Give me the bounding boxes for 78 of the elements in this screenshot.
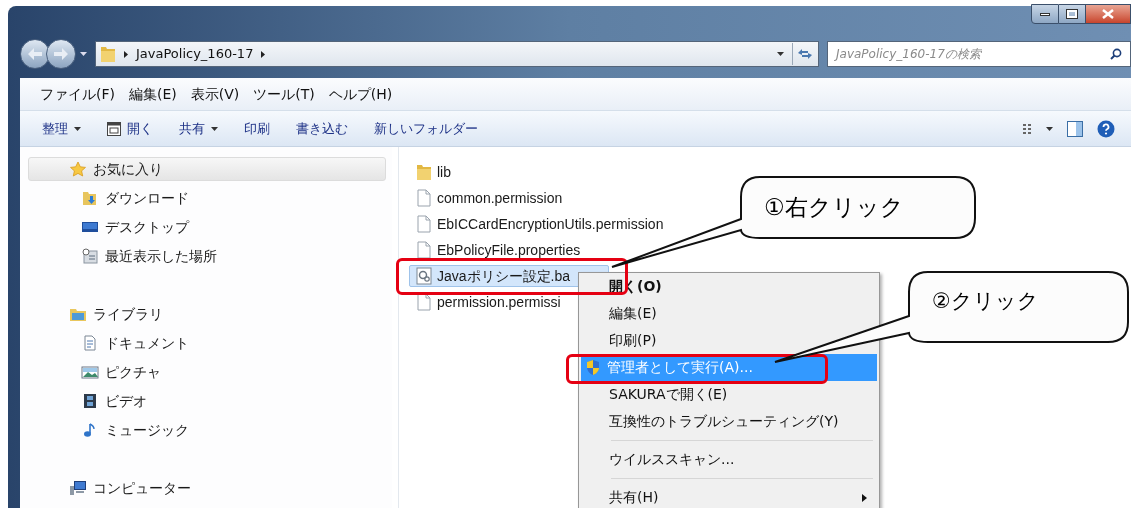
breadcrumb-arrow-icon (124, 50, 128, 58)
search-field[interactable]: JavaPolicy_160-17の検索 (827, 41, 1131, 67)
nav-item[interactable]: 最近表示した場所 (28, 244, 386, 268)
callout-text: ①右クリック (764, 193, 904, 222)
breadcrumb-arrow-icon (261, 50, 266, 58)
menu-item[interactable]: ツール(T) (247, 83, 321, 105)
nav-item[interactable]: ビデオ (28, 389, 386, 413)
refresh-arrows-icon (796, 48, 813, 60)
minimize-icon (1040, 12, 1050, 16)
maximize-button[interactable] (1059, 4, 1085, 24)
address-field[interactable]: JavaPolicy_160-17 (95, 41, 819, 67)
folder-icon (416, 163, 432, 181)
close-button[interactable] (1085, 4, 1131, 24)
callout-text: ②クリック (932, 288, 1039, 315)
forward-arrow-icon (54, 48, 68, 60)
toolbar-menu-button[interactable]: 共有 (171, 115, 226, 142)
menu-item[interactable]: ファイル(F) (34, 83, 121, 105)
menu-item[interactable]: 編集(E) (123, 83, 183, 105)
menu-item[interactable]: 表示(V) (184, 83, 246, 105)
close-icon (1102, 9, 1114, 19)
caret-icon (1046, 126, 1053, 131)
preview-pane-button[interactable] (1067, 120, 1083, 137)
nav-item[interactable]: ミュージック (28, 418, 386, 442)
forward-button[interactable] (46, 39, 76, 69)
nav-item[interactable]: コンピューター (28, 476, 386, 500)
desktop-icon (81, 219, 99, 235)
view-options-button[interactable] (1022, 122, 1053, 135)
file-item[interactable]: lib (409, 161, 609, 183)
back-button[interactable] (20, 39, 50, 69)
document-icon (81, 335, 99, 351)
context-menu-item[interactable]: SAKURAで開く(E) (581, 384, 738, 405)
file-item[interactable]: EbICCardEncryptionUtils.permission (409, 213, 671, 235)
context-menu-item[interactable]: 印刷(P) (581, 330, 667, 351)
recent-places-icon (81, 248, 99, 264)
folder-icon (100, 45, 116, 63)
search-icon (1110, 48, 1122, 60)
window-icon (107, 121, 121, 136)
toolbar-menu-button[interactable]: 整理 (34, 115, 89, 142)
back-arrow-icon (28, 48, 42, 60)
help-button[interactable] (1097, 119, 1115, 138)
pane-icon (1067, 120, 1083, 137)
file-icon (416, 241, 432, 259)
gear-file-icon (416, 267, 432, 285)
history-caret-icon (80, 52, 87, 56)
minimize-button[interactable] (1031, 4, 1059, 24)
toolbar-button[interactable]: 開く (99, 115, 161, 142)
context-menu-item[interactable]: 共有(H) (581, 487, 877, 508)
nav-item[interactable]: ドキュメント (28, 331, 386, 355)
shield-icon (585, 359, 601, 376)
toolbar-button[interactable]: 新しいフォルダー (366, 115, 486, 142)
file-item[interactable]: EbPolicyFile.properties (409, 239, 609, 261)
dropdown-caret-icon (777, 52, 784, 56)
file-item[interactable]: Javaポリシー設定.ba (409, 265, 609, 287)
caret-icon (74, 126, 81, 131)
file-icon (416, 189, 432, 207)
library-icon (69, 306, 87, 322)
nav-item[interactable]: ピクチャ (28, 360, 386, 384)
submenu-arrow-icon (862, 493, 867, 502)
picture-icon (81, 364, 99, 380)
computer-icon (69, 480, 87, 496)
menu-item[interactable]: ヘルプ(H) (322, 83, 399, 105)
file-item[interactable]: common.permission (409, 187, 609, 209)
file-icon (416, 215, 432, 233)
nav-item[interactable]: ライブラリ (28, 302, 386, 326)
download-folder-icon (81, 190, 99, 206)
maximize-icon (1067, 10, 1077, 18)
nav-item[interactable]: デスクトップ (28, 215, 386, 239)
caret-icon (211, 126, 218, 131)
nav-item[interactable]: お気に入り (28, 157, 386, 181)
help-icon (1097, 119, 1115, 138)
breadcrumb[interactable]: JavaPolicy_160-17 (136, 44, 254, 64)
nav-item[interactable]: ダウンロード (28, 186, 386, 210)
star-icon (69, 161, 87, 177)
toolbar-button[interactable]: 印刷 (236, 115, 278, 142)
context-menu-item[interactable]: 互換性のトラブルシューティング(Y) (581, 411, 849, 432)
toolbar-button[interactable]: 書き込む (288, 115, 356, 142)
context-menu-item[interactable]: ウイルススキャン... (581, 449, 745, 470)
film-icon (81, 393, 99, 409)
